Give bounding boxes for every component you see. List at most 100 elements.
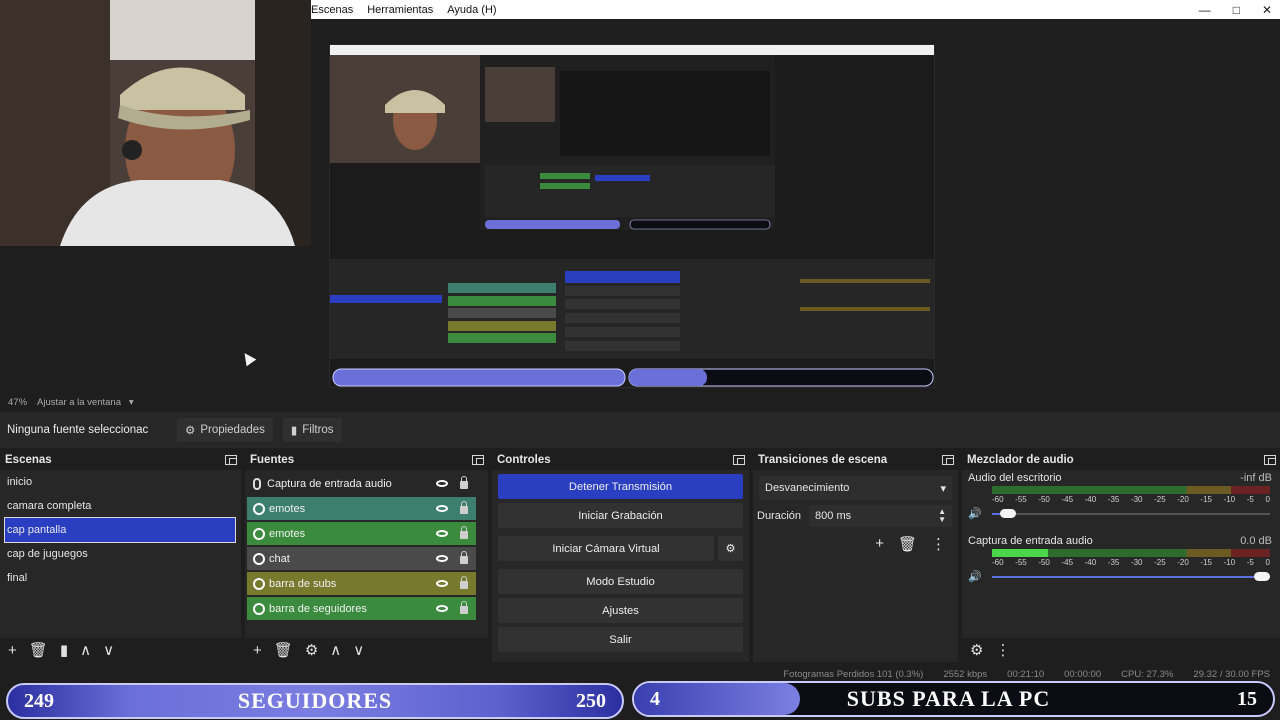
- cpu-usage: CPU: 27.3%: [1121, 668, 1174, 680]
- lock-icon[interactable]: [460, 501, 468, 514]
- followers-goal: 250: [576, 689, 606, 712]
- move-down-icon[interactable]: ∨: [103, 641, 114, 659]
- trash-icon[interactable]: 🗑: [898, 535, 917, 553]
- source-item[interactable]: emotes: [247, 497, 476, 520]
- gear-icon[interactable]: ⚙: [970, 641, 983, 659]
- settings-button[interactable]: Ajustes: [498, 598, 743, 623]
- duration-label: Duración: [757, 510, 802, 522]
- mixer-channels: Audio del escritorio -inf dB -60 -55 -50 -45-…: [962, 472, 1280, 584]
- channel-header: Captura de entrada audio 0.0 dB: [962, 535, 1280, 547]
- eye-icon[interactable]: [436, 555, 448, 562]
- meter-ticks: -60 -55 -50 -45 -40 -35 -30 -25 -20 -15 -10 -5 0: [992, 495, 1270, 505]
- trash-icon[interactable]: 🗑: [274, 641, 293, 659]
- undock-icon[interactable]: [472, 455, 484, 465]
- slider-knob[interactable]: [999, 509, 1016, 518]
- meter-ticks: -60 -55 -50 -45 -40 -35 -30 -25 -20 -15 -10 -5 0: [992, 558, 1270, 568]
- meter-tick-label: -30: [1130, 495, 1143, 504]
- undock-icon[interactable]: [733, 455, 745, 465]
- eye-icon[interactable]: [436, 505, 448, 512]
- meter-tick-label: -40: [1084, 495, 1097, 504]
- add-icon[interactable]: +: [8, 642, 17, 659]
- scene-item[interactable]: inicio: [0, 470, 241, 494]
- stop-streaming-button[interactable]: Detener Transmisión: [498, 474, 743, 499]
- minimize-icon[interactable]: —: [1199, 3, 1211, 17]
- browser-source-icon: [253, 502, 265, 515]
- undock-icon[interactable]: [225, 455, 237, 465]
- stream-preview[interactable]: [329, 44, 935, 388]
- meter-tick-label: -15: [1200, 558, 1212, 567]
- source-item[interactable]: chat: [247, 547, 476, 570]
- close-icon[interactable]: ✕: [1262, 3, 1272, 17]
- filters-button[interactable]: ▮ Filtros: [282, 418, 342, 442]
- duration-value: 800 ms: [815, 510, 852, 522]
- meter-tick-label: -20: [1177, 558, 1189, 567]
- source-item[interactable]: emotes: [247, 522, 476, 545]
- mixer-toolbar: ⚙ ⋮: [962, 638, 1280, 662]
- transition-select[interactable]: Desvanecimiento ▾: [759, 476, 952, 500]
- virtual-camera-settings-icon[interactable]: ⚙: [718, 536, 743, 561]
- speaker-icon[interactable]: 🔊: [968, 507, 992, 520]
- status-bar: Fotogramas Perdidos 101 (0.3%) 2552 kbps…: [0, 666, 1280, 682]
- exit-button[interactable]: Salir: [498, 627, 743, 652]
- zoom-fit-select[interactable]: Ajustar a la ventana ▾: [37, 397, 134, 408]
- duration-stepper[interactable]: 800 ms ▲ ▼: [809, 505, 952, 527]
- volume-slider[interactable]: [992, 570, 1270, 584]
- eye-icon[interactable]: [436, 530, 448, 537]
- properties-button[interactable]: ⚙ Propiedades: [177, 418, 273, 442]
- source-item[interactable]: barra de subs: [247, 572, 476, 595]
- lock-icon[interactable]: [460, 551, 468, 564]
- lock-icon[interactable]: [460, 576, 468, 589]
- webcam-feed: [0, 0, 311, 246]
- add-icon[interactable]: +: [875, 535, 884, 553]
- slider-knob[interactable]: [1254, 572, 1270, 581]
- stepper-arrows-icon: ▲ ▼: [938, 507, 946, 524]
- trash-icon[interactable]: 🗑: [29, 641, 48, 659]
- scene-item[interactable]: camara completa: [0, 494, 241, 518]
- controls-dock: Controles Detener Transmisión Iniciar Gr…: [492, 450, 749, 662]
- gear-icon[interactable]: ⚙: [305, 641, 318, 659]
- studio-mode-button[interactable]: Modo Estudio: [498, 569, 743, 594]
- start-virtual-camera-button[interactable]: Iniciar Cámara Virtual: [498, 536, 714, 561]
- menu-herramientas[interactable]: Herramientas: [367, 4, 433, 16]
- source-item[interactable]: Captura de entrada audio: [247, 472, 476, 495]
- lock-icon[interactable]: [460, 526, 468, 539]
- lock-icon[interactable]: [460, 601, 468, 614]
- scene-item[interactable]: cap de juguegos: [0, 542, 241, 566]
- fader-row: 🔊: [962, 568, 1280, 584]
- scene-item[interactable]: final: [0, 566, 241, 590]
- source-item[interactable]: barra de seguidores: [247, 597, 476, 620]
- audio-mixer-dock: Mezclador de audio Audio del escritorio -…: [962, 450, 1280, 662]
- move-down-icon[interactable]: ∨: [353, 641, 364, 659]
- channel-header: Audio del escritorio -inf dB: [962, 472, 1280, 484]
- start-recording-button[interactable]: Iniciar Grabación: [498, 503, 743, 528]
- move-up-icon[interactable]: ∧: [330, 641, 341, 659]
- filter-icon[interactable]: ▮: [60, 641, 68, 659]
- eye-icon[interactable]: [436, 480, 448, 487]
- subs-goal: 15: [1237, 687, 1257, 710]
- channel-name: Audio del escritorio: [968, 472, 1062, 484]
- channel-level: -inf dB: [1240, 472, 1272, 484]
- eye-icon[interactable]: [436, 605, 448, 612]
- zoom-fit-label: Ajustar a la ventana: [37, 396, 121, 408]
- meter-tick-label: -15: [1200, 495, 1212, 504]
- source-name: emotes: [269, 502, 306, 515]
- browser-source-icon: [253, 552, 265, 565]
- scene-item[interactable]: cap pantalla: [4, 517, 236, 543]
- more-icon[interactable]: ⋮: [995, 641, 1010, 659]
- menu-ayuda[interactable]: Ayuda (H): [447, 4, 496, 16]
- channel-name: Captura de entrada audio: [968, 535, 1093, 547]
- move-up-icon[interactable]: ∧: [80, 641, 91, 659]
- menu-escenas[interactable]: Escenas: [311, 4, 353, 16]
- microphone-icon: [253, 477, 261, 490]
- volume-slider[interactable]: [992, 507, 1270, 521]
- volume-meter: [992, 549, 1270, 557]
- undock-icon[interactable]: [942, 455, 954, 465]
- eye-icon[interactable]: [436, 580, 448, 587]
- speaker-icon[interactable]: 🔊: [968, 570, 992, 583]
- followers-banner: 249 SEGUIDORES 250: [6, 683, 624, 719]
- lock-icon[interactable]: [460, 476, 468, 489]
- more-icon[interactable]: ⋮: [931, 535, 946, 553]
- maximize-icon[interactable]: □: [1233, 3, 1240, 17]
- add-icon[interactable]: +: [253, 642, 262, 659]
- undock-icon[interactable]: [1264, 455, 1276, 465]
